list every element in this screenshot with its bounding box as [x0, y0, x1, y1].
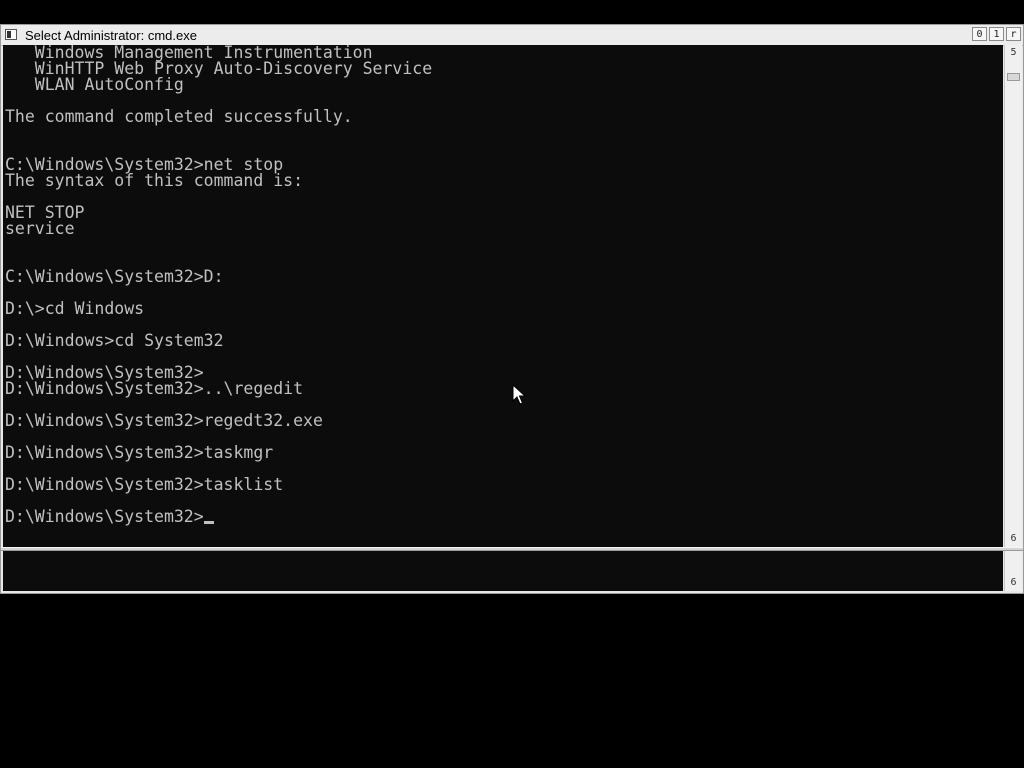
console-line: WLAN AutoConfig [5, 75, 184, 94]
console-line: D:\Windows\System32> [5, 507, 204, 526]
lower-console-pane[interactable] [3, 551, 1003, 591]
title-bar[interactable]: Select Administrator: cmd.exe 0 1 r [1, 25, 1023, 46]
console-line: D:\Windows\System32>..\regedit [5, 379, 304, 398]
console-line: D:\Windows>cd System32 [5, 331, 224, 350]
vertical-scrollbar[interactable]: 5 6 [1004, 45, 1022, 547]
console-line: service [5, 219, 75, 238]
console-text: Windows Management Instrumentation WinHT… [3, 45, 1003, 525]
maximize-button[interactable]: 1 [989, 27, 1004, 41]
console-window-icon[interactable] [5, 29, 17, 40]
lower-scroll-down-button[interactable]: 6 [1005, 575, 1022, 591]
scrollbar-thumb[interactable] [1007, 73, 1020, 81]
console-output[interactable]: Windows Management Instrumentation WinHT… [3, 45, 1003, 547]
scroll-up-button[interactable]: 5 [1005, 45, 1022, 61]
scroll-down-button[interactable]: 6 [1005, 531, 1022, 547]
console-line: C:\Windows\System32>D: [5, 267, 224, 286]
minimize-button[interactable]: 0 [972, 27, 987, 41]
console-line: D:\Windows\System32>taskmgr [5, 443, 274, 462]
caption-buttons: 0 1 r [972, 27, 1021, 41]
console-line: The syntax of this command is: [5, 171, 304, 190]
cmd-window: Select Administrator: cmd.exe 0 1 r Wind… [0, 24, 1024, 594]
mouse-pointer-icon [512, 384, 526, 405]
console-line: The command completed successfully. [5, 107, 353, 126]
text-cursor [203, 521, 214, 524]
console-line: D:\>cd Windows [5, 299, 145, 318]
close-button[interactable]: r [1006, 27, 1021, 41]
console-line: D:\Windows\System32>regedt32.exe [5, 411, 323, 430]
console-line: D:\Windows\System32>tasklist [5, 475, 284, 494]
lower-vertical-scrollbar[interactable]: 6 [1004, 551, 1022, 591]
window-title: Select Administrator: cmd.exe [25, 28, 197, 43]
